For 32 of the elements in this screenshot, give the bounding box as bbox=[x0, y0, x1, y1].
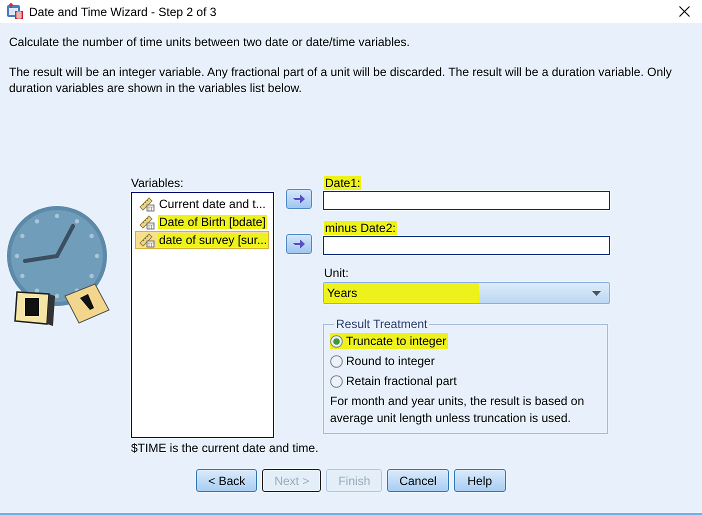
description-text: Calculate the number of time units between two date or date/time variables. bbox=[9, 35, 411, 50]
ruler-calendar-icon bbox=[139, 232, 155, 248]
truncation-note: For month and year units, the result is based on average unit length unless truncation is used. bbox=[330, 393, 586, 427]
radio-option[interactable]: Round to integer bbox=[330, 353, 437, 369]
field-label: minus Date2: bbox=[324, 221, 397, 235]
close-icon[interactable] bbox=[679, 6, 690, 17]
variable-item[interactable]: Current date and t... bbox=[135, 195, 269, 213]
radio-option[interactable]: Retain fractional part bbox=[330, 373, 459, 389]
date-field[interactable] bbox=[323, 191, 610, 210]
cancel-button[interactable]: Cancel bbox=[387, 469, 449, 492]
window-title: Date and Time Wizard - Step 2 of 3 bbox=[29, 4, 216, 18]
time-note-text: $TIME is the current date and time. bbox=[131, 441, 318, 455]
result-note-text: The result will be an integer variable. Any fractional part of a unit will be discarded. The result will be a duration variable. Only duration variables are shown in the variables list below. bbox=[9, 64, 673, 96]
field-label: Date1: bbox=[324, 176, 362, 190]
back-button[interactable]: < Back bbox=[196, 469, 258, 492]
variables-list[interactable]: Current date and t... Date of Birth [bdate] date of survey [sur... bbox=[131, 192, 274, 438]
arrow-right-icon bbox=[292, 193, 306, 205]
move-right-button[interactable] bbox=[286, 189, 312, 209]
variables-label: Variables: bbox=[131, 176, 184, 190]
unit-dropdown[interactable]: Years bbox=[323, 282, 610, 304]
app-icon bbox=[6, 3, 24, 20]
help-button[interactable]: Help bbox=[454, 469, 506, 492]
ruler-calendar-icon bbox=[139, 196, 155, 212]
date-field[interactable] bbox=[323, 236, 610, 255]
variable-item[interactable]: date of survey [sur... bbox=[135, 231, 269, 249]
group-title: Result Treatment bbox=[335, 317, 428, 331]
arrow-right-icon bbox=[292, 238, 306, 250]
ruler-calendar-icon bbox=[139, 214, 155, 230]
move-right-button[interactable] bbox=[286, 234, 312, 254]
unit-label: Unit: bbox=[324, 266, 349, 280]
dropdown-caret-icon bbox=[592, 290, 601, 296]
radio-option[interactable]: Truncate to integer bbox=[330, 333, 448, 349]
